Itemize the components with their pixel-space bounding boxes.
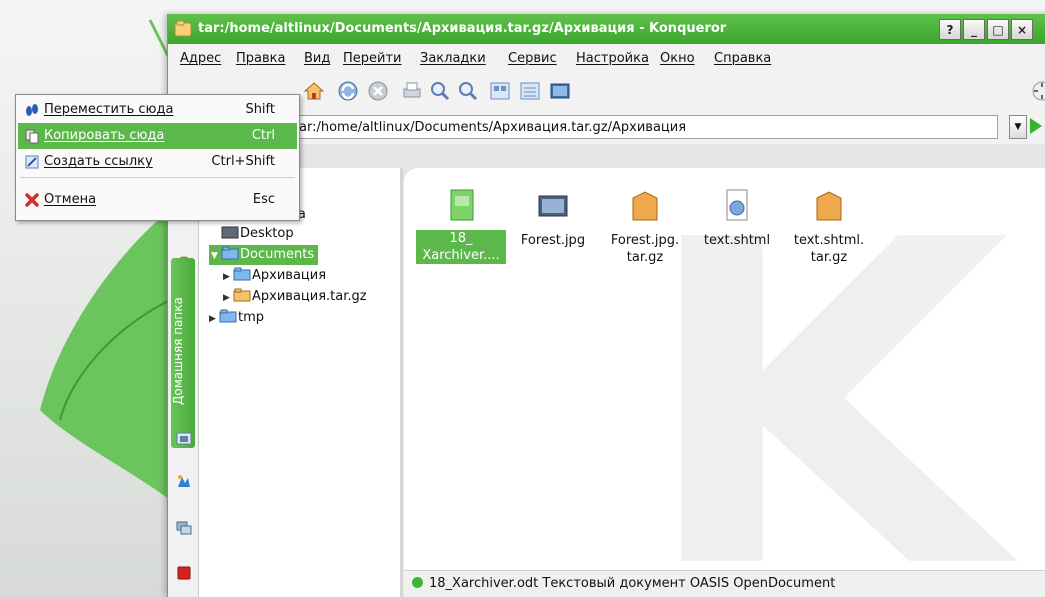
archive-icon	[816, 191, 842, 221]
folder-icon	[219, 309, 237, 323]
menu-item-shortcut: Shift	[245, 102, 275, 117]
file-item-text-shtml[interactable]: text.shtml	[690, 186, 784, 249]
menu-window[interactable]: Окно	[660, 51, 695, 66]
menu-item-label: Копировать сюда	[44, 128, 165, 143]
file-name: text.shtml	[703, 233, 771, 248]
menu-go[interactable]: Перейти	[343, 51, 402, 66]
file-item-forest-jpg[interactable]: Forest.jpg	[506, 186, 600, 249]
tree-label: Desktop	[240, 226, 294, 241]
file-name: Forest.jpg	[520, 233, 586, 248]
home-folder-icon	[176, 432, 192, 445]
view-mode-icon[interactable]	[488, 79, 512, 103]
menu-item-shortcut: Esc	[252, 192, 275, 207]
devices-icon[interactable]	[176, 520, 192, 536]
location-input[interactable]: ar:/home/altlinux/Documents/Архивация.ta…	[278, 115, 998, 139]
tab-home-folder-label: Домашняя папка	[171, 297, 185, 405]
menu-address[interactable]: Адрес	[180, 51, 221, 66]
menu-item-label: Переместить сюда	[44, 102, 174, 117]
tree-label: Архивация	[252, 268, 327, 283]
menubar: Адрес Правка Вид Перейти Закладки Сервис…	[168, 44, 1045, 72]
zoom-in-icon[interactable]	[428, 79, 452, 103]
copy-icon	[25, 129, 39, 144]
tree-item-documents[interactable]: ▼ Documents	[209, 245, 319, 266]
tree-label: Архивация.tar.gz	[252, 289, 367, 304]
feather-decoration	[40, 19, 170, 500]
collapsed-arrow-icon[interactable]: ▶	[223, 267, 233, 287]
menu-item-shortcut: Ctrl	[251, 128, 275, 143]
file-name: text.shtml. tar.gz	[793, 233, 865, 265]
reload-icon[interactable]	[336, 79, 360, 103]
document-icon	[450, 189, 474, 221]
menu-item-label: Отмена	[44, 192, 97, 207]
panel-splitter[interactable]	[400, 168, 403, 597]
file-view: 18_ Xarchiver.... Forest.jpg Forest.jpg.…	[404, 168, 1045, 597]
menu-item-copy-here[interactable]: Копировать сюда Ctrl	[18, 123, 297, 149]
sidebar-tabs: Домашняя папка	[168, 168, 199, 597]
throbber-icon	[1032, 81, 1045, 101]
menu-item-shortcut: Ctrl+Shift	[211, 154, 275, 169]
archive-icon	[632, 191, 658, 221]
tree-item-tmp[interactable]: ▶ tmp	[209, 308, 264, 328]
tree-label: tmp	[238, 310, 265, 325]
menu-item-label: Создать ссылку	[44, 154, 153, 169]
desktop-folder-icon	[221, 226, 239, 239]
file-item-xarchiver[interactable]: 18_ Xarchiver....	[414, 186, 508, 264]
tree-item-archivation[interactable]: ▶ Архивация	[223, 266, 326, 286]
file-name: 18_ Xarchiver....	[416, 230, 506, 264]
web-document-icon	[726, 189, 748, 221]
menu-help[interactable]: Справка	[714, 51, 771, 66]
footprints-icon	[26, 104, 38, 116]
expanded-arrow-icon[interactable]: ▼	[211, 246, 221, 266]
services-icon[interactable]	[176, 473, 192, 489]
menu-item-cancel[interactable]: Отмена Esc	[18, 187, 297, 213]
folder-icon	[221, 246, 239, 260]
image-icon	[538, 195, 568, 217]
cancel-icon	[25, 193, 39, 207]
window-titlebar[interactable]: tar:/home/altlinux/Documents/Архивация.t…	[168, 14, 1045, 44]
link-icon	[25, 155, 39, 169]
tree-label: Documents	[240, 247, 315, 262]
menu-separator	[20, 177, 295, 178]
file-name: Forest.jpg. tar.gz	[610, 233, 680, 265]
status-bar: 18_Xarchiver.odt Текстовый документ OASI…	[404, 570, 1045, 597]
menu-item-create-link[interactable]: Создать ссылку Ctrl+Shift	[18, 149, 297, 175]
menu-tools[interactable]: Сервис	[508, 51, 557, 66]
help-button[interactable]: ?	[939, 19, 961, 40]
stop-icon[interactable]	[366, 79, 390, 103]
home-icon[interactable]	[302, 79, 326, 103]
tree-item-archive-tar[interactable]: ▶ Архивация.tar.gz	[223, 287, 367, 307]
print-icon[interactable]	[400, 79, 424, 103]
status-indicator-icon	[412, 577, 423, 588]
menu-settings[interactable]: Настройка	[576, 51, 649, 66]
window-title: tar:/home/altlinux/Documents/Архивация.t…	[198, 21, 727, 36]
zoom-out-icon[interactable]	[456, 79, 480, 103]
go-arrow-icon[interactable]	[1030, 118, 1042, 134]
menu-item-move-here[interactable]: Переместить сюда Shift	[18, 97, 297, 123]
collapsed-arrow-icon[interactable]: ▶	[223, 288, 233, 308]
drop-context-menu: Переместить сюда Shift Копировать сюда C…	[15, 94, 300, 221]
bookmarks-icon[interactable]	[176, 565, 192, 581]
tree-item-desktop[interactable]: Desktop	[221, 224, 294, 244]
menu-edit[interactable]: Правка	[236, 51, 285, 66]
location-dropdown-button[interactable]: ▼	[1009, 115, 1027, 139]
preview-icon[interactable]	[548, 79, 572, 103]
folder-tree: папка Desktop ▼Documents ▶Архивация ▶Арх…	[199, 168, 400, 597]
menu-bookmarks[interactable]: Закладки	[420, 51, 486, 66]
maximize-button[interactable]: □	[987, 19, 1009, 40]
view-mode-icon[interactable]	[518, 79, 542, 103]
minimize-button[interactable]: _	[963, 19, 985, 40]
menu-view[interactable]: Вид	[304, 51, 330, 66]
file-item-text-tar[interactable]: text.shtml. tar.gz	[782, 186, 876, 266]
status-text: 18_Xarchiver.odt Текстовый документ OASI…	[429, 576, 836, 591]
archive-folder-icon	[233, 288, 251, 302]
folder-icon	[174, 20, 192, 37]
close-button[interactable]: ×	[1011, 19, 1033, 40]
collapsed-arrow-icon[interactable]: ▶	[209, 309, 219, 329]
folder-icon	[233, 267, 251, 281]
file-item-forest-tar[interactable]: Forest.jpg. tar.gz	[598, 186, 692, 266]
